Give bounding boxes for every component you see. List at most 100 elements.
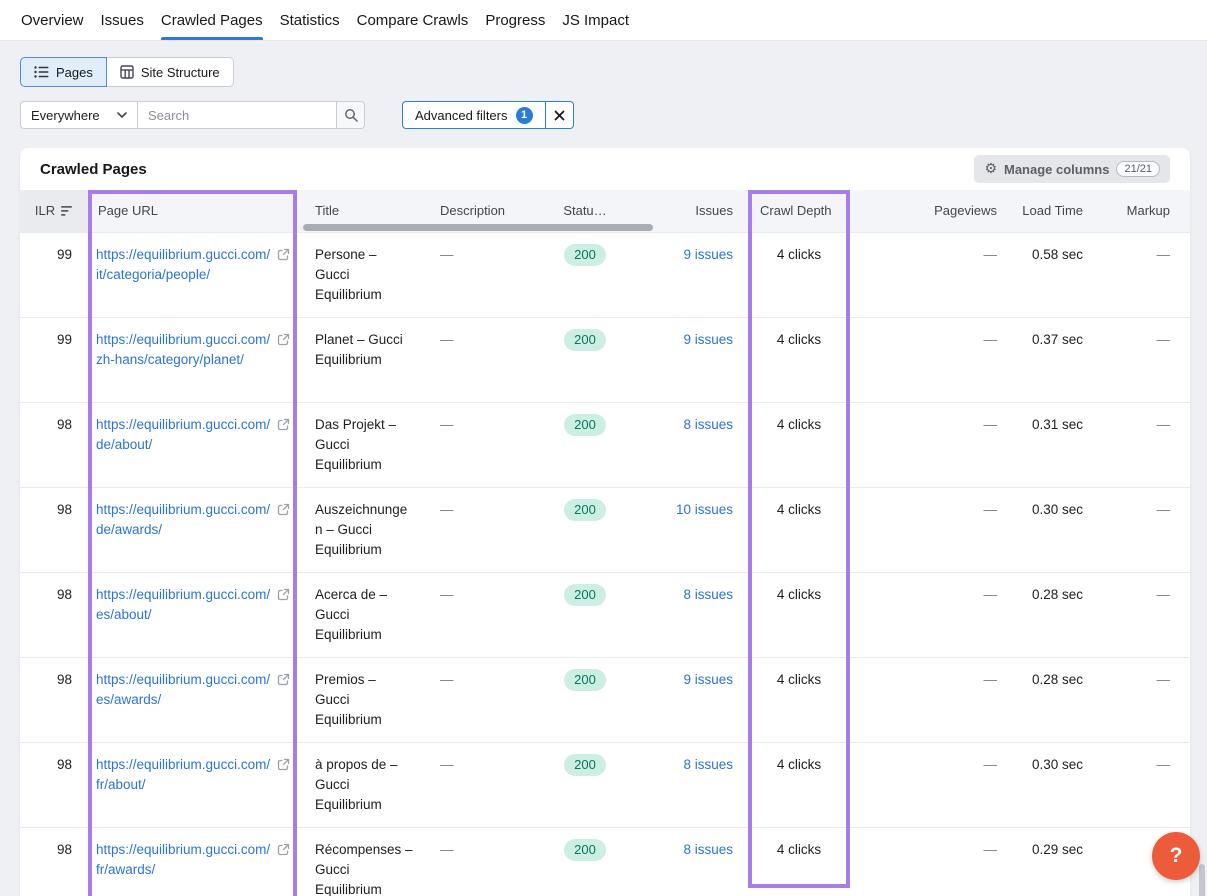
issues-cell: 9 issues — [645, 318, 737, 402]
ilr-value: 98 — [20, 573, 88, 657]
column-gap — [737, 573, 748, 657]
page-url-link[interactable]: https://equilibrium.gucci.com/es/awards/ — [96, 670, 273, 742]
issues-link[interactable]: 9 issues — [683, 247, 733, 262]
external-link-icon[interactable] — [277, 585, 291, 657]
page-url-link[interactable]: https://equilibrium.gucci.com/es/about/ — [96, 585, 273, 657]
chevron-down-icon — [117, 112, 127, 118]
table-body: 99 https://equilibrium.gucci.com/it/cate… — [20, 232, 1190, 896]
page-url-link[interactable]: https://equilibrium.gucci.com/de/awards/ — [96, 500, 273, 572]
crawl-depth-value: 4 clicks — [748, 743, 850, 827]
search-input[interactable] — [138, 101, 337, 129]
issues-cell: 8 issues — [645, 573, 737, 657]
column-header-pageviews[interactable]: Pageviews — [850, 190, 1005, 232]
description-value: — — [425, 488, 525, 572]
view-toggle: Pages Site Structure — [20, 57, 234, 87]
external-link-icon[interactable] — [277, 840, 291, 896]
vertical-scrollbar-thumb[interactable] — [1199, 864, 1205, 896]
list-icon — [34, 65, 49, 79]
description-value: — — [425, 233, 525, 317]
external-link-icon[interactable] — [277, 500, 291, 572]
markup-value: — — [1090, 743, 1178, 827]
page-url-link[interactable]: https://equilibrium.gucci.com/fr/awards/ — [96, 840, 273, 896]
description-value: — — [425, 743, 525, 827]
issues-link[interactable]: 10 issues — [676, 502, 733, 517]
horizontal-scrollbar-thumb[interactable] — [303, 224, 653, 231]
page-url-link[interactable]: https://equilibrium.gucci.com/de/about/ — [96, 415, 273, 487]
ilr-value: 99 — [20, 233, 88, 317]
nav-tab-overview[interactable]: Overview — [21, 0, 84, 40]
pageviews-value: — — [850, 573, 1005, 657]
status-cell: 200 — [525, 318, 645, 402]
column-gap — [737, 488, 748, 572]
page-url-cell: https://equilibrium.gucci.com/de/awards/ — [88, 488, 297, 572]
external-link-icon[interactable] — [277, 245, 291, 317]
column-header-issues[interactable]: Issues — [645, 190, 737, 232]
search-button[interactable] — [337, 101, 365, 129]
page-url-link[interactable]: https://equilibrium.gucci.com/fr/about/ — [96, 755, 273, 827]
page-url-cell: https://equilibrium.gucci.com/fr/awards/ — [88, 828, 297, 896]
external-link-icon[interactable] — [277, 415, 291, 487]
load-time-value: 0.37 sec — [1005, 318, 1090, 402]
issues-cell: 10 issues — [645, 488, 737, 572]
load-time-value: 0.29 sec — [1005, 828, 1090, 896]
description-value: — — [425, 828, 525, 896]
issues-link[interactable]: 8 issues — [683, 757, 733, 772]
issues-link[interactable]: 8 issues — [683, 587, 733, 602]
search-scope-select[interactable]: Everywhere — [20, 101, 138, 129]
toggle-site-structure-button[interactable]: Site Structure — [107, 57, 234, 87]
page-url-cell: https://equilibrium.gucci.com/zh-hans/ca… — [88, 318, 297, 402]
crawl-depth-value: 4 clicks — [748, 318, 850, 402]
nav-tab-progress[interactable]: Progress — [485, 0, 545, 40]
pageviews-value: — — [850, 743, 1005, 827]
issues-link[interactable]: 8 issues — [683, 842, 733, 857]
ilr-value: 98 — [20, 828, 88, 896]
column-header-crawl-depth[interactable]: Crawl Depth — [748, 190, 850, 232]
table-row: 98 https://equilibrium.gucci.com/fr/awar… — [20, 827, 1190, 896]
advanced-filters-label: Advanced filters — [415, 108, 508, 123]
issues-link[interactable]: 8 issues — [683, 417, 733, 432]
ilr-value: 98 — [20, 743, 88, 827]
page-url-link[interactable]: https://equilibrium.gucci.com/it/categor… — [96, 245, 273, 317]
advanced-filters-button[interactable]: Advanced filters 1 — [403, 102, 545, 128]
page-url-cell: https://equilibrium.gucci.com/es/awards/ — [88, 658, 297, 742]
nav-tab-compare-crawls[interactable]: Compare Crawls — [357, 0, 469, 40]
top-nav-tabs: Overview Issues Crawled Pages Statistics Com… — [0, 0, 1207, 41]
help-button[interactable]: ? — [1152, 832, 1200, 880]
column-header-markup[interactable]: Markup — [1090, 190, 1178, 232]
crawl-depth-value: 4 clicks — [748, 488, 850, 572]
toggle-pages-button[interactable]: Pages — [20, 57, 107, 87]
toggle-pages-label: Pages — [56, 65, 93, 80]
external-link-icon[interactable] — [277, 330, 291, 402]
gear-icon: ⚙ — [984, 162, 997, 176]
title-value: à propos de – Gucci Equilibrium — [297, 743, 425, 827]
load-time-value: 0.30 sec — [1005, 488, 1090, 572]
status-badge: 200 — [564, 244, 606, 266]
external-link-icon[interactable] — [277, 670, 291, 742]
status-cell: 200 — [525, 488, 645, 572]
toggle-site-structure-label: Site Structure — [141, 65, 220, 80]
advanced-filters-count-badge: 1 — [516, 107, 533, 124]
nav-tab-crawled-pages[interactable]: Crawled Pages — [161, 0, 263, 40]
column-header-load-time[interactable]: Load Time — [1005, 190, 1090, 232]
external-link-icon[interactable] — [277, 755, 291, 827]
description-value: — — [425, 403, 525, 487]
issues-link[interactable]: 9 issues — [683, 672, 733, 687]
status-badge: 200 — [564, 499, 606, 521]
manage-columns-button[interactable]: ⚙ Manage columns 21/21 — [974, 155, 1170, 183]
clear-advanced-filters-button[interactable] — [545, 102, 573, 128]
column-header-page-url[interactable]: Page URL — [88, 190, 297, 232]
nav-tab-issues[interactable]: Issues — [101, 0, 144, 40]
load-time-value: 0.58 sec — [1005, 233, 1090, 317]
pageviews-value: — — [850, 403, 1005, 487]
title-value: Das Projekt – Gucci Equilibrium — [297, 403, 425, 487]
table-row: 98 https://equilibrium.gucci.com/fr/abou… — [20, 742, 1190, 827]
site-structure-grid-icon — [120, 65, 134, 79]
crawl-depth-value: 4 clicks — [748, 828, 850, 896]
nav-tab-statistics[interactable]: Statistics — [280, 0, 340, 40]
nav-tab-js-impact[interactable]: JS Impact — [562, 0, 629, 40]
issues-link[interactable]: 9 issues — [683, 332, 733, 347]
status-cell: 200 — [525, 573, 645, 657]
pageviews-value: — — [850, 658, 1005, 742]
column-header-ilr[interactable]: ILR — [20, 190, 88, 232]
page-url-link[interactable]: https://equilibrium.gucci.com/zh-hans/ca… — [96, 330, 273, 402]
